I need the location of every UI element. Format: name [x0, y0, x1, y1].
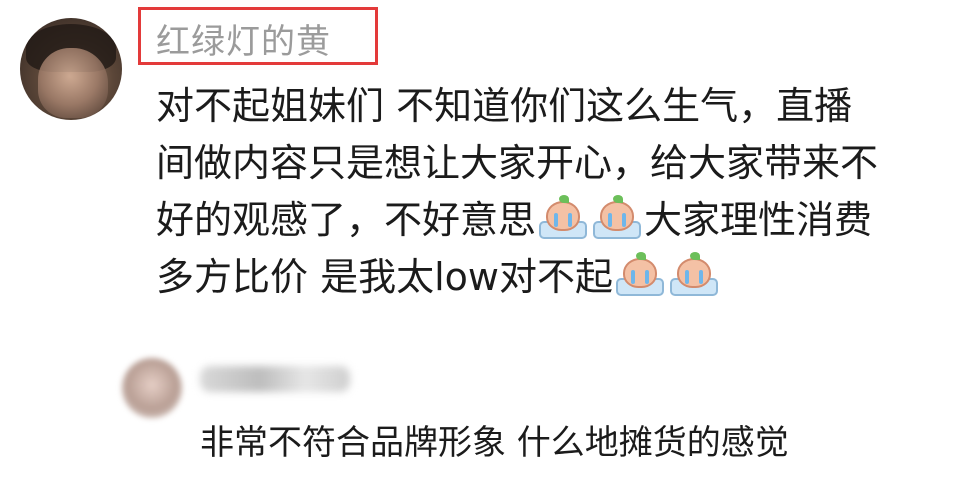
avatar-face [38, 48, 108, 118]
comment-text: 多方比价 是我太low对不起 [156, 255, 613, 299]
crying-emoji-icon [614, 252, 666, 298]
comment-text: 间做内容只是想让大家开心，给大家带来不 [156, 141, 879, 185]
comment-line: 对不起姐妹们 不知道你们这么生气，直播 [156, 78, 946, 135]
crying-emoji-icon [591, 195, 643, 241]
comment-text: 大家理性消费 [644, 198, 873, 242]
reply-text: 非常不符合品牌形象 什么地摊货的感觉 [200, 423, 789, 463]
crying-emoji-icon [537, 195, 589, 241]
comment-text: 对不起姐妹们 不知道你们这么生气，直播 [156, 84, 853, 128]
comment-line: 多方比价 是我太low对不起 [156, 249, 946, 306]
commenter-username[interactable]: 红绿灯的黄 [156, 14, 331, 63]
comment-body: 对不起姐妹们 不知道你们这么生气，直播 间做内容只是想让大家开心，给大家带来不 … [156, 78, 946, 306]
comment-thread: 红绿灯的黄 对不起姐妹们 不知道你们这么生气，直播 间做内容只是想让大家开心，给… [0, 0, 960, 487]
comment-text: 好的观感了，不好意思 [156, 198, 537, 242]
comment-line: 好的观感了，不好意思 大家理性消费 [156, 192, 946, 249]
reply-username-blurred[interactable] [200, 366, 350, 392]
reply-avatar-blurred[interactable] [122, 358, 182, 418]
commenter-avatar[interactable] [20, 18, 122, 120]
crying-emoji-icon [668, 252, 720, 298]
comment-line: 间做内容只是想让大家开心，给大家带来不 [156, 135, 946, 192]
